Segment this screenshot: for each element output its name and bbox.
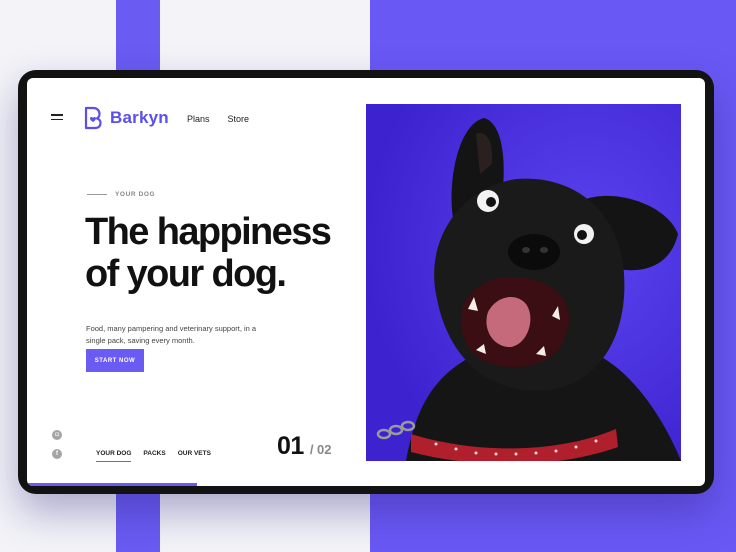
hero-headline: The happiness of your dog. bbox=[85, 211, 365, 295]
hero-description: Food, many pampering and veterinary supp… bbox=[86, 323, 257, 345]
instagram-icon[interactable]: ◘ bbox=[52, 430, 62, 440]
eyebrow-divider bbox=[87, 193, 107, 196]
pager-total: / 02 bbox=[309, 442, 332, 457]
tab-packs[interactable]: PACKS bbox=[143, 450, 165, 462]
brand-name: Barkyn bbox=[110, 108, 169, 127]
dog-illustration bbox=[366, 104, 681, 461]
start-now-button[interactable]: START NOW bbox=[86, 349, 144, 372]
hamburger-menu-icon[interactable] bbox=[51, 114, 63, 122]
section-tabs: YOUR DOG PACKS OUR VETS bbox=[96, 450, 211, 462]
device-frame: Barkyn Plans Store YOUR DOG The happines… bbox=[18, 70, 714, 494]
nav-link-plans[interactable]: Plans bbox=[187, 114, 210, 124]
hero-dog-photo bbox=[366, 104, 681, 461]
top-nav: Plans Store bbox=[187, 114, 249, 124]
nav-link-store[interactable]: Store bbox=[228, 114, 250, 124]
eyebrow-label: YOUR DOG bbox=[115, 191, 156, 198]
tab-your-dog[interactable]: YOUR DOG bbox=[96, 450, 132, 462]
brand-logo[interactable]: Barkyn bbox=[84, 106, 169, 130]
barkyn-logo-icon bbox=[84, 106, 102, 130]
facebook-icon[interactable]: f bbox=[52, 449, 62, 459]
tab-our-vets[interactable]: OUR VETS bbox=[178, 450, 211, 462]
website-screen: Barkyn Plans Store YOUR DOG The happines… bbox=[27, 78, 705, 486]
slide-progress-bar bbox=[27, 483, 197, 486]
slide-pager: 01 / 02 bbox=[277, 432, 332, 461]
hero-eyebrow: YOUR DOG bbox=[87, 191, 155, 198]
pager-current: 01 bbox=[277, 432, 304, 460]
headline-line-1: The happiness bbox=[85, 211, 332, 253]
headline-line-2: of your dog. bbox=[85, 253, 287, 295]
